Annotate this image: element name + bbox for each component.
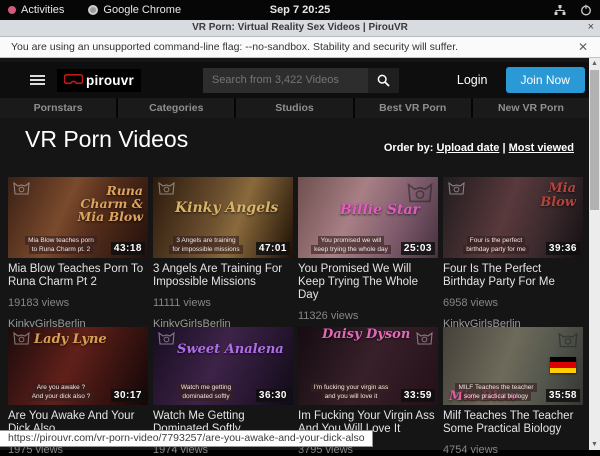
studio-cat-mask-logo (416, 330, 433, 350)
chrome-icon (88, 5, 98, 15)
studio-cat-mask-logo (448, 180, 465, 200)
duration-badge: 30:17 (111, 389, 145, 402)
duration-badge: 25:03 (401, 242, 435, 255)
video-card[interactable]: Mia Blow MILF Teaches the teachersome pr… (443, 327, 583, 456)
page-title: VR Porn Videos (25, 126, 188, 153)
site-logo[interactable]: pirouvr (57, 69, 141, 92)
duration-badge: 39:36 (546, 242, 580, 255)
studio-cat-mask-logo (158, 180, 175, 200)
video-card[interactable]: Runa Charm & Mia Blow Mia Blow teaches p… (8, 177, 148, 343)
order-most-viewed-link[interactable]: Most viewed (509, 142, 574, 154)
power-icon[interactable] (580, 4, 592, 16)
chrome-infobar: You are using an unsupported command-lin… (0, 37, 600, 58)
app-menu-label: Google Chrome (103, 4, 181, 16)
main-nav: Pornstars Categories Studios Best VR Por… (0, 98, 589, 118)
german-flag (550, 357, 576, 373)
duration-badge: 47:01 (256, 242, 290, 255)
thumbnail-caption: Mia Blow teaches pornto Runa Charm pt. 2 (8, 236, 114, 254)
studio-cat-mask-logo (13, 180, 30, 200)
site-logo-text: pirouvr (86, 73, 134, 88)
thumbnail-overlay-title: Daisy Dyson (322, 328, 410, 342)
vr-goggles-icon (64, 74, 83, 86)
video-thumbnail[interactable]: Sweet Analena Watch me gettingdominated … (153, 327, 293, 405)
video-title[interactable]: You Promised We Will Keep Trying The Who… (298, 263, 438, 302)
page-content: pirouvr Login Join Now Pornstars Categor… (0, 58, 600, 450)
activities-indicator-icon (8, 6, 16, 14)
nav-item-studios[interactable]: Studios (236, 98, 352, 118)
window-close-icon[interactable]: × (588, 21, 594, 33)
activities-button[interactable]: Activities (8, 4, 64, 16)
thumbnail-caption: You promised we willkeep trying the whol… (298, 236, 404, 254)
studio-cat-mask-logo (13, 330, 30, 350)
site-header: pirouvr Login Join Now (0, 62, 589, 98)
thumbnail-overlay-title: Lady Lyne (34, 333, 107, 347)
thumbnail-caption: I'm fucking your virgin assand you will … (298, 383, 404, 401)
thumbnail-overlay-title: Billie Star (340, 203, 420, 218)
studio-cat-mask-logo (558, 330, 578, 353)
link-status-bar: https://pirouvr.com/vr-porn-video/779325… (0, 430, 373, 447)
order-by-controls: Order by: Upload date | Most viewed (384, 142, 574, 154)
scrollbar-up-arrow-icon[interactable]: ▲ (589, 58, 600, 69)
video-grid-row-1: Runa Charm & Mia Blow Mia Blow teaches p… (8, 177, 583, 343)
network-icon[interactable] (554, 5, 566, 16)
duration-badge: 35:58 (546, 389, 580, 402)
duration-badge: 36:30 (256, 389, 290, 402)
video-card[interactable]: Billie Star You promised we willkeep try… (298, 177, 438, 343)
page-scrollbar[interactable]: ▲ ▼ (589, 58, 600, 450)
video-title[interactable]: Four Is The Perfect Birthday Party For M… (443, 263, 583, 289)
video-title[interactable]: Mia Blow Teaches Porn To Runa Charm Pt 2 (8, 263, 148, 289)
video-views: 19183 views (8, 297, 148, 309)
video-thumbnail[interactable]: Runa Charm & Mia Blow Mia Blow teaches p… (8, 177, 148, 258)
studio-cat-mask-logo (158, 330, 175, 350)
thumbnail-overlay-title: Kinky Angels (175, 201, 278, 216)
order-by-label: Order by: (384, 142, 434, 154)
thumbnail-caption: Four is the perfectbirthday party for me (443, 236, 549, 254)
join-now-button[interactable]: Join Now (506, 67, 585, 93)
system-top-bar: Activities Google Chrome Sep 7 20:25 (0, 0, 600, 20)
video-views: 4754 views (443, 444, 583, 456)
thumbnail-caption: 3 Angels are trainingfor impossible miss… (153, 236, 259, 254)
scrollbar-thumb[interactable] (590, 70, 599, 210)
video-views: 11326 views (298, 310, 438, 322)
order-separator: | (502, 142, 505, 154)
video-card[interactable]: Kinky Angels 3 Angels are trainingfor im… (153, 177, 293, 343)
duration-badge: 33:59 (401, 389, 435, 402)
infobar-message: You are using an unsupported command-lin… (11, 41, 458, 53)
video-thumbnail[interactable]: Mia Blow MILF Teaches the teachersome pr… (443, 327, 583, 405)
activities-label: Activities (21, 4, 64, 16)
order-upload-date-link[interactable]: Upload date (436, 142, 499, 154)
login-link[interactable]: Login (457, 73, 488, 87)
nav-item-categories[interactable]: Categories (118, 98, 234, 118)
video-thumbnail[interactable]: Billie Star You promised we willkeep try… (298, 177, 438, 258)
clock[interactable]: Sep 7 20:25 (270, 4, 331, 16)
thumbnail-caption: Are you awake ?And your dick also ? (8, 383, 114, 401)
video-title[interactable]: 3 Angels Are Training For Impossible Mis… (153, 263, 293, 289)
video-thumbnail[interactable]: Kinky Angels 3 Angels are trainingfor im… (153, 177, 293, 258)
hamburger-menu-icon[interactable] (30, 73, 45, 87)
browser-titlebar: VR Porn: Virtual Reality Sex Videos | Pi… (0, 20, 600, 37)
thumbnail-overlay-title: Mia Blow (516, 182, 576, 209)
video-card[interactable]: Mia Blow Four is the perfectbirthday par… (443, 177, 583, 343)
thumbnail-caption: Watch me gettingdominated softly (153, 383, 259, 401)
video-title[interactable]: Milf Teaches The Teacher Some Practical … (443, 410, 583, 436)
app-menu-button[interactable]: Google Chrome (88, 4, 181, 16)
duration-badge: 43:18 (111, 242, 145, 255)
thumbnail-caption: MILF Teaches the teachersome practical b… (443, 383, 549, 401)
infobar-close-icon[interactable]: ✕ (578, 40, 588, 54)
video-thumbnail[interactable]: Lady Lyne Are you awake ?And your dick a… (8, 327, 148, 405)
search-input[interactable] (203, 68, 368, 93)
nav-item-pornstars[interactable]: Pornstars (0, 98, 116, 118)
nav-item-best-vr-porn[interactable]: Best VR Porn (355, 98, 471, 118)
video-views: 6958 views (443, 297, 583, 309)
video-thumbnail[interactable]: Daisy Dyson I'm fucking your virgin assa… (298, 327, 438, 405)
tab-title: VR Porn: Virtual Reality Sex Videos | Pi… (0, 22, 600, 33)
thumbnail-overlay-title: Runa Charm & Mia Blow (59, 184, 143, 223)
thumbnail-overlay-title: Sweet Analena (177, 343, 284, 357)
nav-item-new-vr-porn[interactable]: New VR Porn (473, 98, 589, 118)
search-button[interactable] (368, 68, 399, 93)
search-icon (377, 74, 390, 87)
video-thumbnail[interactable]: Mia Blow Four is the perfectbirthday par… (443, 177, 583, 258)
video-views: 11111 views (153, 297, 293, 309)
scrollbar-down-arrow-icon[interactable]: ▼ (589, 439, 600, 450)
